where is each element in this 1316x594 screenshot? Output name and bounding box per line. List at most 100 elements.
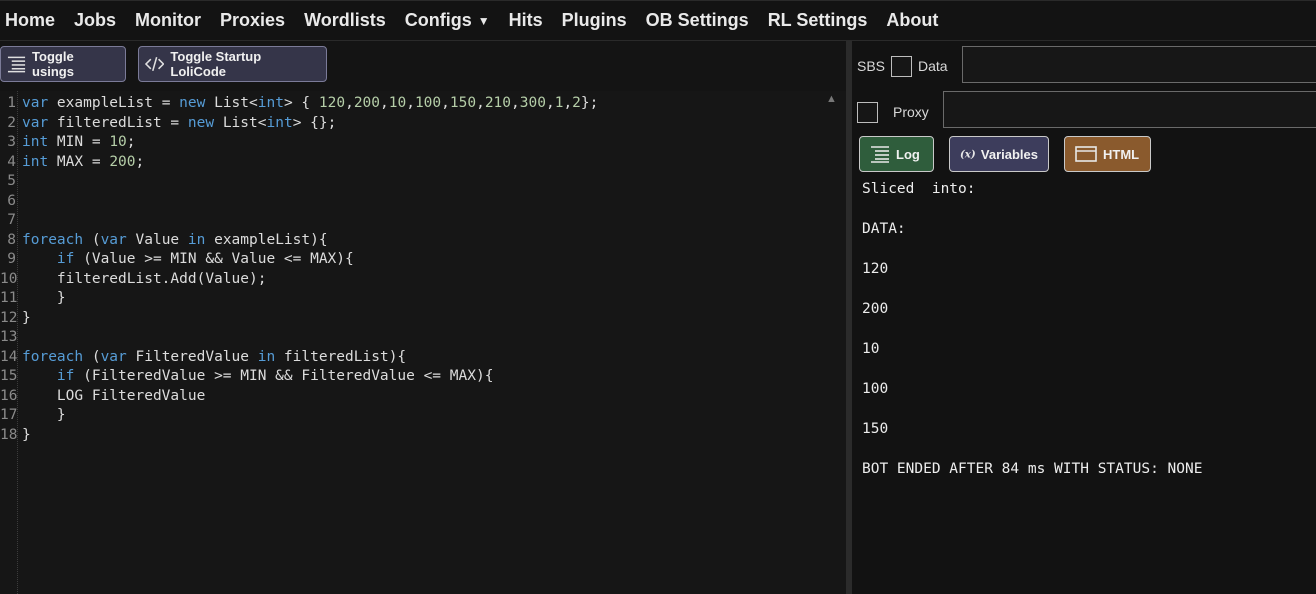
code-text: var exampleList = new List<int> { 120,20…	[22, 95, 599, 111]
nav-jobs[interactable]: Jobs	[74, 10, 116, 31]
nav-proxies[interactable]: Proxies	[220, 10, 285, 31]
code-text: }	[22, 290, 66, 306]
line-number: 2	[7, 114, 16, 131]
tab-variables-label: Variables	[980, 146, 1038, 162]
scroll-up-icon[interactable]: ▲	[826, 93, 837, 105]
sbs-label: SBS	[857, 58, 886, 74]
code-line: 5	[0, 172, 16, 192]
code-icon	[145, 56, 165, 72]
code-editor[interactable]: ▲ 1 var exampleList = new List<int> { 120…	[0, 91, 846, 594]
code-text: int MIN = 10;	[22, 134, 136, 150]
tab-log[interactable]: Log	[859, 136, 934, 172]
code-line: 2 var filteredList = new List<int> {};	[0, 114, 336, 134]
line-number: 16	[0, 387, 18, 404]
chevron-down-icon: ▼	[477, 13, 490, 28]
list-icon	[871, 146, 889, 163]
code-line: 14 foreach (var FilteredValue in filtered…	[0, 348, 406, 368]
code-line: 18}	[0, 426, 31, 446]
data-input[interactable]	[962, 46, 1316, 83]
line-number: 12	[0, 309, 18, 326]
log-output: Sliced into: DATA: 120 200 10 100 150 BO…	[862, 179, 1312, 499]
code-line: 17 }	[0, 406, 66, 426]
code-line: 12}	[0, 309, 31, 329]
line-number: 8	[7, 231, 16, 248]
nav-about[interactable]: About	[886, 10, 938, 31]
toggle-startup-label: Toggle Startup LoliCode	[170, 49, 262, 79]
editor-pane: Toggle usings Toggle Startup LoliCode ▲ …	[0, 41, 846, 594]
code-text: if (Value >= MIN && Value <= MAX){	[56, 251, 354, 267]
line-number: 7	[7, 212, 16, 228]
nav-plugins[interactable]: Plugins	[562, 10, 627, 31]
log-line: 100	[862, 381, 889, 397]
data-label: Data	[918, 58, 948, 74]
sbs-data-row: SBS Data	[857, 51, 948, 81]
code-line: 10 filteredList.Add(Value);	[0, 270, 266, 290]
svg-text:(x): (x)	[960, 148, 975, 160]
nav-ob-settings[interactable]: OB Settings	[646, 10, 749, 31]
code-line: 4 int MAX = 200;	[0, 153, 144, 173]
nav-home[interactable]: Home	[5, 10, 55, 31]
tab-log-label: Log	[896, 146, 920, 162]
debugger-tabs: Log (x) Variables HTML	[859, 136, 1166, 172]
code-line: 7	[0, 211, 16, 231]
toggle-usings-button[interactable]: Toggle usings	[0, 46, 126, 82]
code-text: }	[22, 407, 66, 423]
code-line: 11 }	[0, 289, 66, 309]
nav-rl-settings[interactable]: RL Settings	[768, 10, 868, 31]
line-number: 14	[0, 348, 18, 365]
log-line: 200	[862, 301, 889, 317]
toggle-startup-lolicode-button[interactable]: Toggle Startup LoliCode	[138, 46, 327, 82]
code-text: LOG FilteredValue	[22, 387, 206, 404]
debugger-pane: SBS Data Proxy Log (x) Variables HTML Sl…	[852, 41, 1316, 594]
nav-hits[interactable]: Hits	[509, 10, 543, 31]
code-line: 9 if (Value >= MIN && Value <= MAX){	[0, 250, 353, 270]
code-line: 1 var exampleList = new List<int> { 120,2…	[0, 94, 598, 114]
line-number: 5	[7, 173, 16, 189]
code-text: filteredList.Add(Value);	[22, 270, 267, 287]
line-number: 15	[0, 368, 18, 384]
line-number: 1	[7, 95, 16, 111]
code-text: foreach (var FilteredValue in filteredLi…	[22, 348, 407, 365]
log-line: 120	[862, 261, 889, 277]
nav-wordlists[interactable]: Wordlists	[304, 10, 386, 31]
code-line: 15 if (FilteredValue >= MIN && FilteredV…	[0, 367, 493, 387]
log-line: DATA:	[862, 221, 906, 237]
nav-configs[interactable]: Configs ▼	[405, 10, 490, 31]
proxy-label: Proxy	[893, 104, 929, 120]
line-number: 17	[0, 407, 18, 423]
nav-monitor[interactable]: Monitor	[135, 10, 201, 31]
variable-icon: (x)	[960, 148, 975, 160]
log-line: 150	[862, 421, 889, 437]
top-nav: Home Jobs Monitor Proxies Wordlists Conf…	[0, 0, 1316, 41]
line-number: 9	[7, 251, 16, 267]
code-text: }	[22, 426, 31, 443]
code-text: foreach (var Value in exampleList){	[22, 231, 328, 248]
tab-variables[interactable]: (x) Variables	[949, 136, 1049, 172]
log-line: 10	[862, 341, 880, 357]
proxy-checkbox[interactable]	[857, 101, 878, 123]
code-line: 8 foreach (var Value in exampleList){	[0, 231, 327, 251]
line-number: 18	[0, 426, 18, 443]
sbs-checkbox[interactable]	[891, 55, 913, 77]
list-icon	[7, 56, 26, 73]
code-text: if (FilteredValue >= MIN && FilteredValu…	[56, 368, 494, 384]
log-line: Sliced into:	[862, 181, 976, 197]
tab-html-label: HTML	[1103, 146, 1140, 162]
line-number: 6	[7, 192, 16, 209]
code-text: int MAX = 200;	[22, 153, 145, 170]
line-number: 3	[7, 134, 16, 150]
proxy-input[interactable]	[943, 91, 1316, 128]
line-number: 10	[0, 270, 18, 287]
code-line: 16 LOG FilteredValue	[0, 387, 205, 407]
line-number: 4	[7, 153, 16, 170]
proxy-row: Proxy	[857, 97, 929, 127]
code-line: 6	[0, 192, 16, 212]
line-number: 13	[0, 329, 18, 345]
nav-configs-label: Configs	[404, 10, 472, 30]
code-line: 13	[0, 328, 18, 348]
browser-window-icon	[1075, 146, 1097, 162]
line-number: 11	[0, 290, 18, 306]
toggle-usings-label: Toggle usings	[32, 49, 74, 79]
code-text: var filteredList = new List<int> {};	[22, 114, 337, 131]
tab-html[interactable]: HTML	[1064, 136, 1151, 172]
